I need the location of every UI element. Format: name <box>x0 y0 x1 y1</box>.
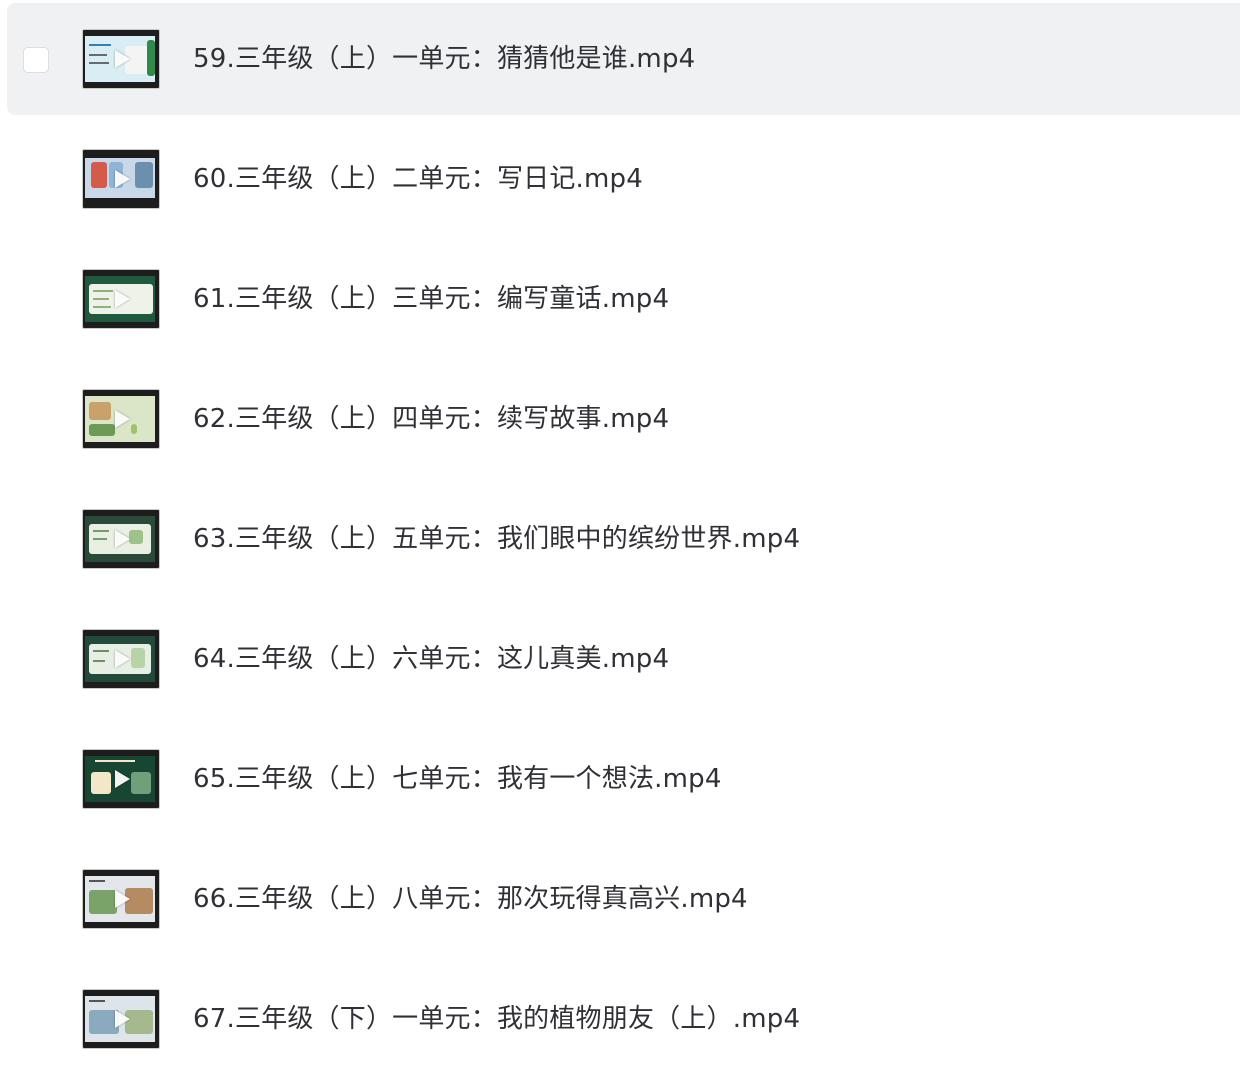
file-name[interactable]: 63.三年级（上）五单元：我们眼中的缤纷世界.mp4 <box>193 521 800 557</box>
file-row[interactable]: 64.三年级（上）六单元：这儿真美.mp4 <box>7 603 1240 715</box>
video-thumbnail[interactable] <box>82 389 160 449</box>
file-name[interactable]: 59.三年级（上）一单元：猜猜他是谁.mp4 <box>193 41 695 77</box>
video-thumbnail[interactable] <box>82 29 160 89</box>
play-icon <box>115 50 130 68</box>
video-thumbnail[interactable] <box>82 269 160 329</box>
play-icon <box>115 530 130 548</box>
video-thumbnail[interactable] <box>82 869 160 929</box>
file-row[interactable]: 67.三年级（下）一单元：我的植物朋友（上）.mp4 <box>7 963 1240 1075</box>
file-list: 59.三年级（上）一单元：猜猜他是谁.mp4 60.三年级（上）二单元：写日记.… <box>0 0 1240 1081</box>
play-icon <box>115 410 130 428</box>
file-row[interactable]: 59.三年级（上）一单元：猜猜他是谁.mp4 <box>7 3 1240 115</box>
play-icon <box>115 650 130 668</box>
file-row[interactable]: 61.三年级（上）三单元：编写童话.mp4 <box>7 243 1240 355</box>
row-checkbox[interactable] <box>23 47 49 73</box>
file-name[interactable]: 62.三年级（上）四单元：续写故事.mp4 <box>193 401 669 437</box>
file-name[interactable]: 61.三年级（上）三单元：编写童话.mp4 <box>193 281 669 317</box>
file-name[interactable]: 67.三年级（下）一单元：我的植物朋友（上）.mp4 <box>193 1001 800 1037</box>
file-name[interactable]: 66.三年级（上）八单元：那次玩得真高兴.mp4 <box>193 881 748 917</box>
file-row[interactable]: 65.三年级（上）七单元：我有一个想法.mp4 <box>7 723 1240 835</box>
file-name[interactable]: 65.三年级（上）七单元：我有一个想法.mp4 <box>193 761 722 797</box>
file-row[interactable]: 66.三年级（上）八单元：那次玩得真高兴.mp4 <box>7 843 1240 955</box>
file-row[interactable]: 63.三年级（上）五单元：我们眼中的缤纷世界.mp4 <box>7 483 1240 595</box>
play-icon <box>115 890 130 908</box>
play-icon <box>115 1010 130 1028</box>
video-thumbnail[interactable] <box>82 749 160 809</box>
file-name[interactable]: 60.三年级（上）二单元：写日记.mp4 <box>193 161 643 197</box>
file-name[interactable]: 64.三年级（上）六单元：这儿真美.mp4 <box>193 641 669 677</box>
play-icon <box>115 290 130 308</box>
play-icon <box>115 770 130 788</box>
file-row[interactable]: 60.三年级（上）二单元：写日记.mp4 <box>7 123 1240 235</box>
play-icon <box>115 170 130 188</box>
file-row[interactable]: 62.三年级（上）四单元：续写故事.mp4 <box>7 363 1240 475</box>
video-thumbnail[interactable] <box>82 509 160 569</box>
video-thumbnail[interactable] <box>82 989 160 1049</box>
video-thumbnail[interactable] <box>82 629 160 689</box>
video-thumbnail[interactable] <box>82 149 160 209</box>
